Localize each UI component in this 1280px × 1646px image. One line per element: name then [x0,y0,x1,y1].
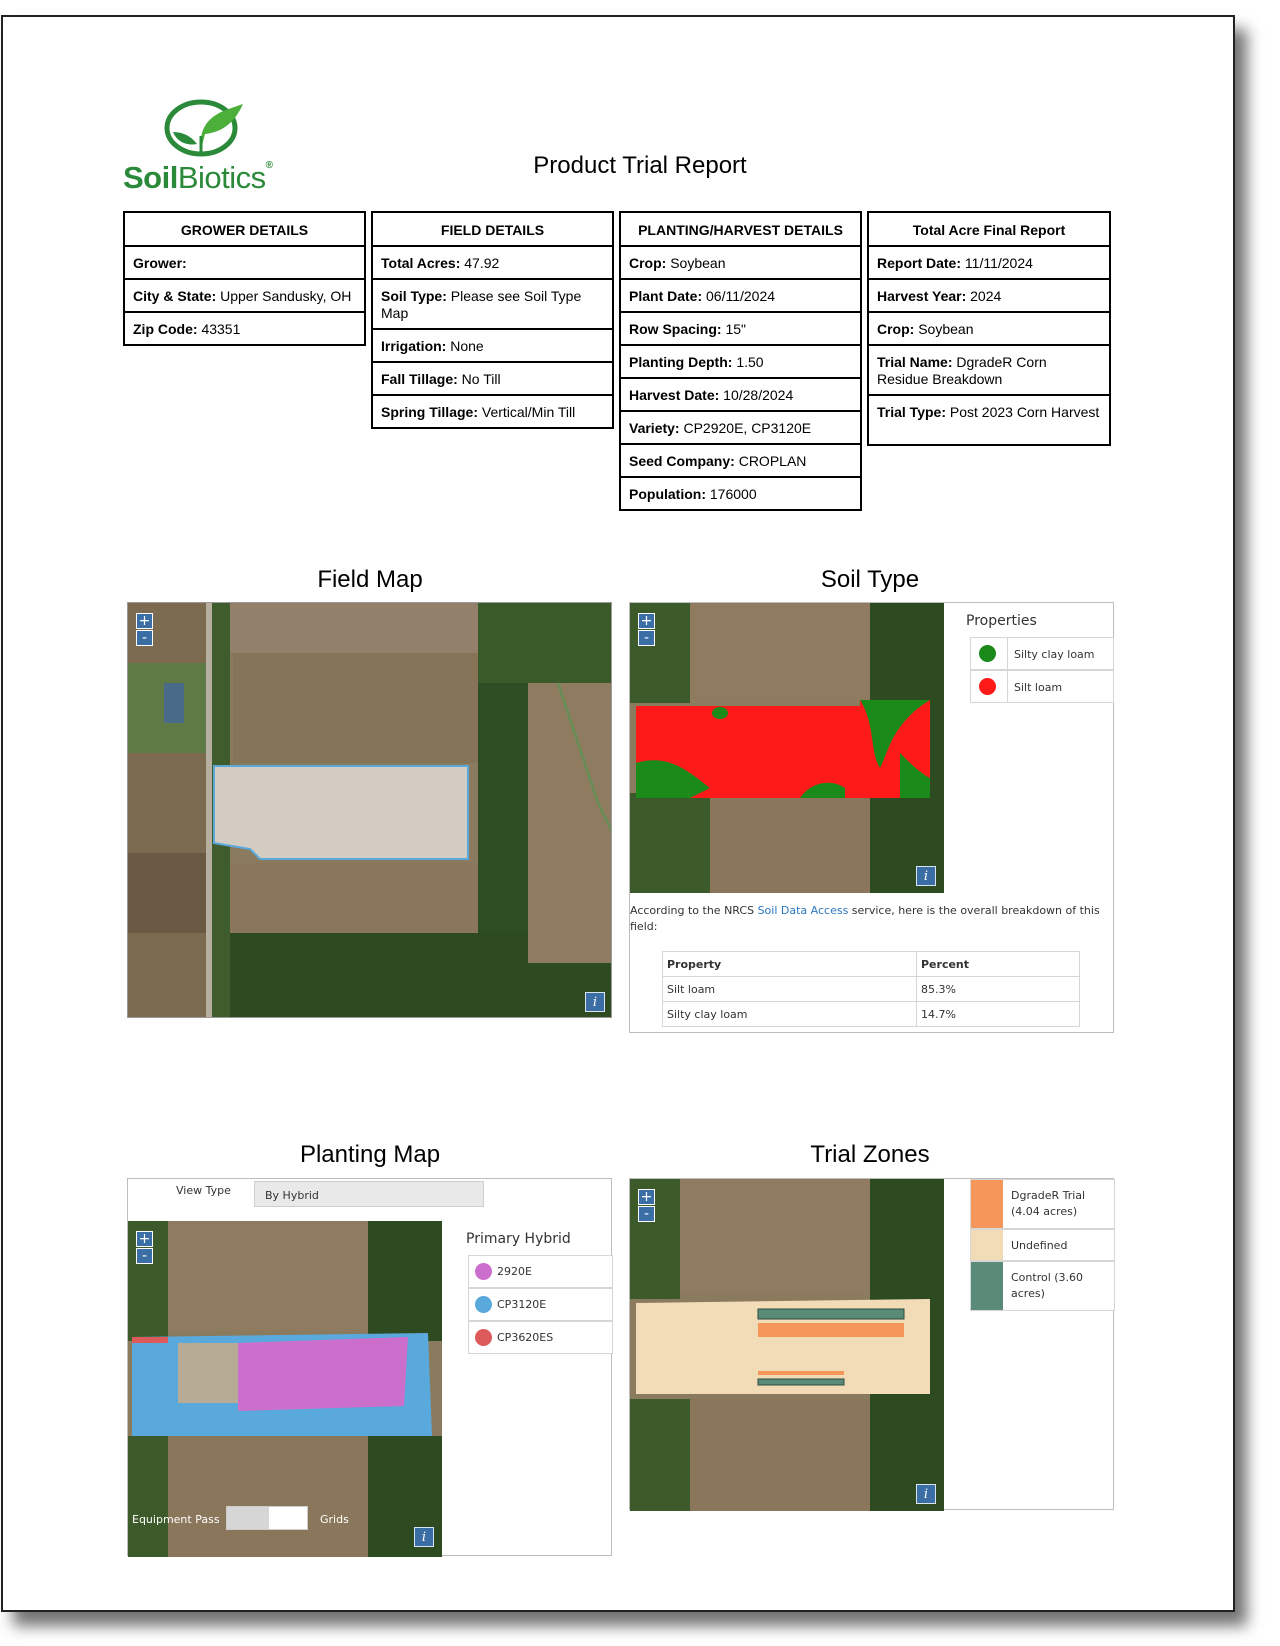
zoom-out-button[interactable]: - [638,1206,655,1222]
planting-depth-row: Planting Depth: 1.50 [621,346,860,379]
legend-item-cp3620es: CP3620ES [468,1321,613,1354]
report-date-row: Report Date: 11/11/2024 [869,247,1109,280]
acre-crop-row: Crop: Soybean [869,313,1109,346]
field-details-table: FIELD DETAILS Total Acres: 47.92 Soil Ty… [371,211,614,429]
red-dot-icon [979,678,996,695]
planting-map-title: Planting Map [299,1141,441,1168]
grids-label: Grids [320,1513,349,1526]
spring-tillage-row: Spring Tillage: Vertical/Min Till [381,404,576,420]
planting-map-panel: View Type By Hybrid + - Equipment Pass G… [127,1178,613,1557]
planting-map-zoom-controls: + - [136,1231,153,1265]
plant-date-row: Plant Date: 06/11/2024 [621,280,860,313]
city-state-row: City & State: Upper Sandusky, OH [125,280,364,313]
zoom-in-button[interactable]: + [136,1231,153,1247]
zoom-out-button[interactable]: - [136,630,153,646]
row-spacing-row: Row Spacing: 15" [621,313,860,346]
info-icon[interactable]: i [585,992,605,1012]
planting-harvest-details-table: PLANTING/HARVEST DETAILS Crop: Soybean P… [619,211,862,511]
population-row: Population: 176000 [629,486,757,502]
soil-type-panel: + - i Properties Silty clay loam Silt lo… [629,602,1114,1033]
variety-row: Variety: CP2920E, CP3120E [621,412,860,445]
harvest-year-row: Harvest Year: 2024 [869,280,1109,313]
equipment-pass-label: Equipment Pass [132,1513,220,1526]
equipment-grids-toggle[interactable] [226,1506,308,1530]
crop-row: Crop: Soybean [621,247,860,280]
soilbiotics-logo: SoilBiotics® [123,92,298,207]
field-map-zoom-controls: + - [136,613,153,647]
zip-code-row: Zip Code: 43351 [133,321,241,337]
grower-details-table: GROWER DETAILS Grower: City & State: Upp… [123,211,366,346]
soil-data-access-link[interactable]: Soil Data Access [758,904,849,917]
planting-map[interactable]: + - Equipment Pass Grids i [128,1221,442,1557]
toggle-knob [227,1507,269,1529]
grower-row: Grower: [125,247,364,280]
soil-breakdown-table: Property Percent Silt loam 85.3% Silty c… [662,951,1080,1027]
info-icon[interactable]: i [916,866,936,886]
field-details-header: FIELD DETAILS [373,213,612,247]
blue-dot-icon [475,1296,492,1313]
trial-zones-panel: + - i DgradeR Trial (4.04 acres) Undefin… [629,1178,1115,1511]
zoom-in-button[interactable]: + [638,1189,655,1205]
zoom-out-button[interactable]: - [638,630,655,646]
green-dot-icon [979,645,996,662]
table-row: Silt loam 85.3% [662,976,1080,1002]
trial-zones-title: Trial Zones [810,1141,930,1168]
field-map[interactable]: + - i [127,602,612,1018]
acre-report-header: Total Acre Final Report [869,213,1109,247]
soil-type-row: Soil Type: Please see Soil Type Map [373,280,612,330]
field-map-title: Field Map [317,566,423,593]
zoom-out-button[interactable]: - [136,1248,153,1264]
total-acres-row: Total Acres: 47.92 [373,247,612,280]
legend-item-control: Control (3.60 acres) [970,1261,1115,1311]
legend-item-2920e: 2920E [468,1255,613,1288]
legend-item-dgrader-trial: DgradeR Trial (4.04 acres) [970,1179,1115,1229]
properties-legend-title: Properties [966,613,1037,629]
soil-type-title: Soil Type [820,566,920,593]
soil-map-zoom-controls: + - [638,613,655,647]
red-dot-icon [475,1329,492,1346]
grower-details-header: GROWER DETAILS [125,213,364,247]
trial-map-zoom-controls: + - [638,1189,655,1223]
harvest-date-row: Harvest Date: 10/28/2024 [621,379,860,412]
purple-dot-icon [475,1263,492,1280]
acre-final-report-table: Total Acre Final Report Report Date: 11/… [867,211,1111,446]
legend-item-silt-loam: Silt loam [970,670,1114,703]
tan-swatch-icon [971,1230,1003,1260]
table-row: Silty clay loam 14.7% [662,1001,1080,1027]
irrigation-row: Irrigation: None [373,330,612,363]
info-icon[interactable]: i [916,1484,936,1504]
legend-item-silty-clay-loam: Silty clay loam [970,637,1114,670]
legend-item-undefined: Undefined [970,1229,1115,1261]
view-type-label: View Type [176,1184,231,1197]
planting-details-header: PLANTING/HARVEST DETAILS [621,213,860,247]
zoom-in-button[interactable]: + [638,613,655,629]
report-title: Product Trial Report [533,152,747,179]
soil-type-map[interactable]: + - i [630,603,944,893]
green-swatch-icon [971,1262,1003,1310]
seed-company-row: Seed Company: CROPLAN [621,445,860,478]
legend-item-cp3120e: CP3120E [468,1288,613,1321]
fall-tillage-row: Fall Tillage: No Till [373,363,612,396]
info-icon[interactable]: i [414,1527,434,1547]
view-type-select[interactable]: By Hybrid [254,1181,484,1207]
table-header-row: Property Percent [662,951,1080,977]
trial-name-row: Trial Name: DgradeR Corn Residue Breakdo… [869,346,1109,396]
soil-data-note: According to the NRCS Soil Data Access s… [630,904,1100,933]
trial-zones-map[interactable]: + - i [630,1179,944,1511]
orange-swatch-icon [971,1180,1003,1228]
zoom-in-button[interactable]: + [136,613,153,629]
primary-hybrid-title: Primary Hybrid [466,1231,571,1247]
trial-type-row: Trial Type: Post 2023 Corn Harvest [877,404,1100,420]
